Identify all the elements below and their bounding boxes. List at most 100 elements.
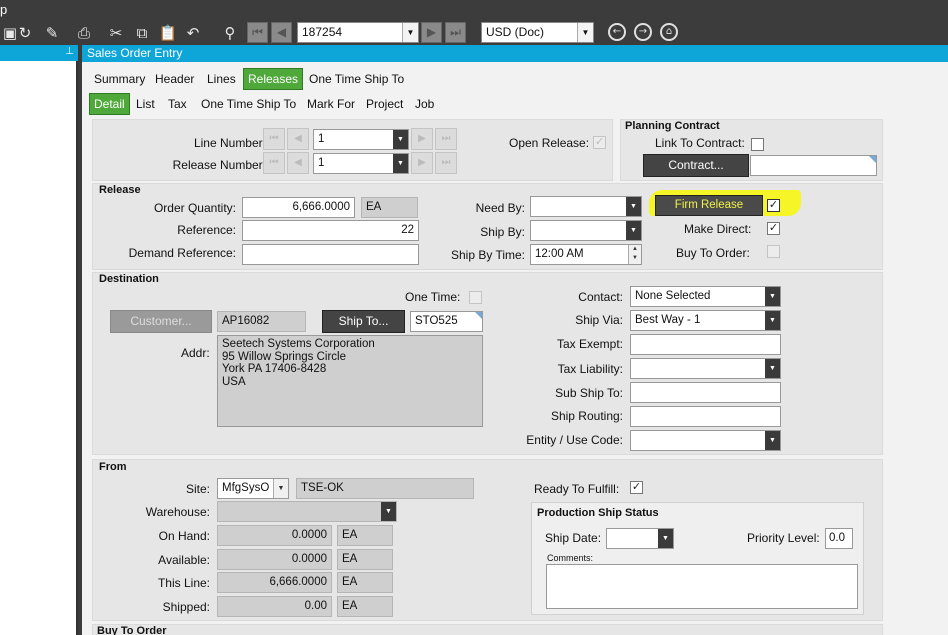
next-record-button[interactable]: ▶ — [421, 22, 442, 43]
cut-icon[interactable]: ✂ — [106, 23, 126, 43]
calendar-dropdown-icon[interactable]: ▼ — [626, 197, 641, 216]
paste-icon[interactable]: 📋 — [158, 23, 178, 43]
last-line-button[interactable]: ⏭ — [435, 128, 457, 150]
ship-via-field[interactable]: Best Way - 1 ▼ — [630, 310, 781, 331]
home-icon[interactable]: ⌂ — [660, 23, 678, 41]
chevron-down-icon[interactable]: ▼ — [393, 154, 408, 173]
reference-field[interactable]: 22 — [242, 220, 419, 241]
spin-down-icon[interactable]: ▼ — [629, 254, 641, 263]
customer-button[interactable]: Customer... — [110, 310, 212, 333]
ship-routing-field[interactable] — [630, 406, 781, 427]
menu-fragment[interactable]: p — [0, 2, 7, 17]
priority-level-field[interactable]: 0.0 — [825, 528, 853, 549]
contract-button[interactable]: Contract... — [643, 154, 749, 177]
tab-tax[interactable]: Tax — [165, 95, 190, 114]
tax-exempt-field[interactable] — [630, 334, 781, 355]
ship-to-id-field[interactable]: STO525 — [410, 311, 483, 332]
clear-broom-icon[interactable]: ✎ — [42, 23, 62, 43]
chevron-down-icon[interactable]: ▼ — [402, 23, 418, 42]
tab-detail[interactable]: Detail — [89, 93, 130, 115]
time-spinner[interactable]: ▲ ▼ — [628, 245, 641, 264]
chevron-down-icon[interactable]: ▼ — [765, 431, 780, 450]
warehouse-field[interactable]: ▼ — [217, 501, 397, 522]
chevron-down-icon[interactable]: ▼ — [393, 130, 408, 149]
chevron-down-icon[interactable]: ▼ — [273, 479, 288, 498]
ship-date-field[interactable]: ▼ — [606, 528, 674, 549]
previous-record-button[interactable]: ◀ — [271, 22, 292, 43]
contract-field[interactable] — [750, 155, 877, 176]
shipped-uom: EA — [337, 596, 393, 617]
one-time-checkbox[interactable] — [469, 291, 482, 304]
this-line-uom: EA — [337, 572, 393, 593]
last-record-button[interactable]: ⏭ — [445, 22, 466, 43]
spin-up-icon[interactable]: ▲ — [629, 245, 641, 254]
entity-use-code-field[interactable]: ▼ — [630, 430, 781, 451]
open-release-checkbox[interactable]: ✓ — [593, 136, 606, 149]
tab-one-time-ship-to[interactable]: One Time Ship To — [306, 70, 407, 89]
tab-list[interactable]: List — [133, 95, 158, 114]
release-number-label: Release Number: — [172, 158, 266, 172]
chevron-down-icon[interactable]: ▼ — [381, 502, 396, 521]
comments-textarea[interactable] — [546, 564, 858, 609]
ship-by-field[interactable]: ▼ — [530, 220, 642, 241]
binoculars-icon[interactable]: ⚲ — [220, 23, 240, 43]
link-to-contract-checkbox[interactable] — [751, 138, 764, 151]
ship-by-time-field[interactable]: 12:00 AM ▲ ▼ — [530, 244, 642, 265]
tab-project[interactable]: Project — [363, 95, 406, 114]
sub-ship-to-field[interactable] — [630, 382, 781, 403]
forward-arrow-icon[interactable]: → — [634, 23, 652, 41]
site-field[interactable]: MfgSysO ▼ — [217, 478, 289, 499]
print-icon[interactable]: ⎙ — [74, 23, 94, 43]
calendar-dropdown-icon[interactable]: ▼ — [626, 221, 641, 240]
firm-release-checkbox[interactable]: ✓ — [767, 199, 780, 212]
undo-icon[interactable]: ↶ — [183, 23, 203, 43]
pin-icon[interactable]: ⊥ — [65, 46, 74, 57]
detail-tabs: Detail List Tax One Time Ship To Mark Fo… — [82, 92, 948, 116]
on-hand-uom: EA — [337, 525, 393, 546]
tab-releases[interactable]: Releases — [243, 68, 304, 90]
calendar-dropdown-icon[interactable]: ▼ — [658, 529, 673, 548]
tab-job[interactable]: Job — [412, 95, 437, 114]
line-number-label: Line Number: — [193, 136, 266, 150]
warehouse-label: Warehouse: — [145, 505, 210, 519]
record-selector[interactable]: 187254 ▼ — [297, 22, 419, 43]
previous-line-button[interactable]: ◀ — [287, 128, 309, 150]
order-quantity-field[interactable]: 6,666.0000 — [242, 197, 355, 218]
left-panel-tree[interactable] — [0, 61, 78, 635]
ready-to-fulfill-checkbox[interactable]: ✓ — [630, 481, 643, 494]
contact-field[interactable]: None Selected ▼ — [630, 286, 781, 307]
tab-summary[interactable]: Summary — [91, 70, 148, 89]
firm-release-button[interactable]: Firm Release — [655, 195, 763, 216]
chevron-down-icon[interactable]: ▼ — [765, 359, 780, 378]
first-record-button[interactable]: ⏮ — [247, 22, 268, 43]
tax-liability-field[interactable]: ▼ — [630, 358, 781, 379]
ship-to-button[interactable]: Ship To... — [322, 310, 405, 333]
first-release-button[interactable]: ⏮ — [263, 152, 285, 174]
production-ship-status-box: Production Ship Status Ship Date: ▼ Prio… — [531, 502, 864, 615]
make-direct-checkbox[interactable]: ✓ — [767, 222, 780, 235]
buy-to-order-checkbox[interactable] — [767, 245, 780, 258]
previous-release-button[interactable]: ◀ — [287, 152, 309, 174]
next-line-button[interactable]: ▶ — [411, 128, 433, 150]
chevron-down-icon[interactable]: ▼ — [765, 311, 780, 330]
tab-header[interactable]: Header — [152, 70, 197, 89]
need-by-field[interactable]: ▼ — [530, 196, 642, 217]
chevron-down-icon[interactable]: ▼ — [765, 287, 780, 306]
chevron-down-icon[interactable]: ▼ — [577, 23, 593, 42]
tax-exempt-label: Tax Exempt: — [556, 337, 623, 351]
demand-reference-field[interactable] — [242, 244, 419, 265]
refresh-icon[interactable]: ↻ — [15, 23, 35, 43]
next-release-button[interactable]: ▶ — [411, 152, 433, 174]
tab-mark-for[interactable]: Mark For — [304, 95, 358, 114]
copy-icon[interactable]: ⧉ — [132, 23, 152, 43]
this-line-field: 6,666.0000 — [217, 572, 332, 593]
first-line-button[interactable]: ⏮ — [263, 128, 285, 150]
currency-selector[interactable]: USD (Doc) ▼ — [481, 22, 594, 43]
release-number-field[interactable]: 1 ▼ — [313, 153, 409, 174]
last-release-button[interactable]: ⏭ — [435, 152, 457, 174]
tab-lines[interactable]: Lines — [204, 70, 239, 89]
tab-one-time-ship-to-sub[interactable]: One Time Ship To — [198, 95, 299, 114]
release-panel: Release Order Quantity: 6,666.0000 EA Re… — [92, 183, 883, 270]
back-arrow-icon[interactable]: ← — [608, 23, 626, 41]
line-number-field[interactable]: 1 ▼ — [313, 129, 409, 150]
